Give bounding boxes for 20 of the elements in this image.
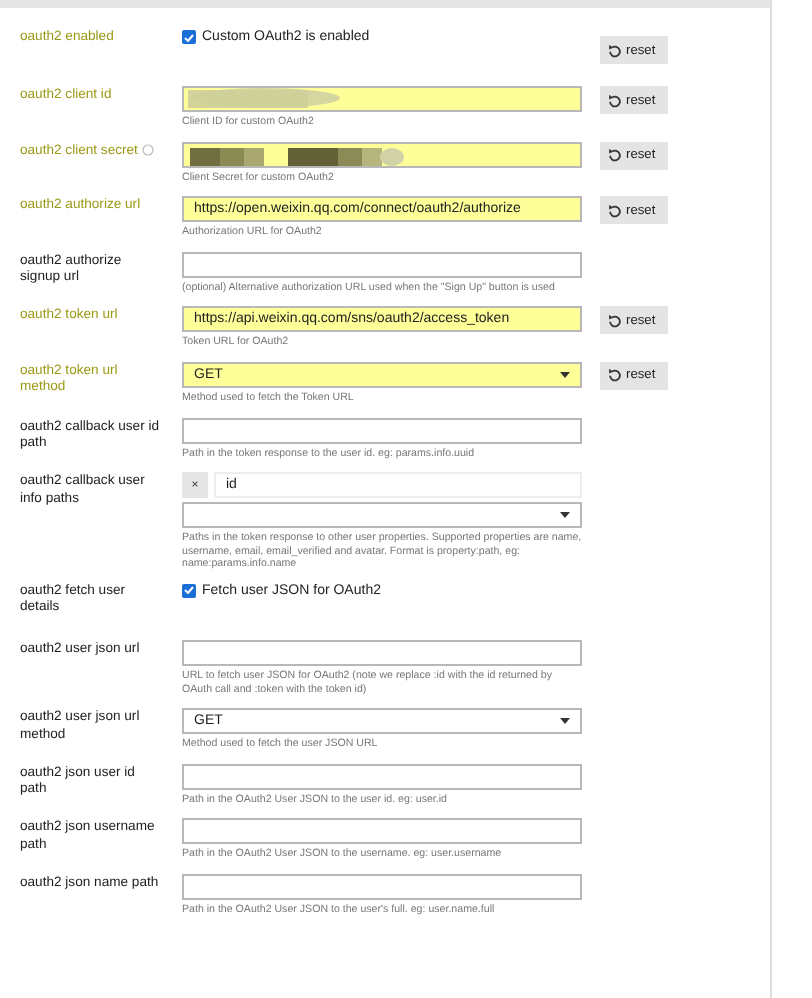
undo-icon xyxy=(608,368,622,383)
input-field[interactable] xyxy=(182,873,582,900)
input-field[interactable] xyxy=(182,417,582,444)
caret-icon xyxy=(560,718,570,725)
undo-icon xyxy=(608,203,622,218)
undo-icon xyxy=(608,93,622,107)
caret-icon xyxy=(560,512,570,519)
input-field[interactable] xyxy=(182,141,582,168)
input-field[interactable] xyxy=(182,763,582,790)
caret-icon xyxy=(560,371,570,378)
input-field[interactable] xyxy=(182,818,582,845)
input-field[interactable] xyxy=(182,86,582,112)
input-field[interactable] xyxy=(182,639,582,666)
select-field[interactable] xyxy=(182,502,582,529)
undo-icon xyxy=(608,43,622,57)
checkbox[interactable] xyxy=(182,583,196,598)
undo-icon xyxy=(608,313,622,328)
checkbox[interactable] xyxy=(182,30,196,44)
input-field[interactable] xyxy=(182,251,582,278)
undo-icon xyxy=(608,148,622,163)
